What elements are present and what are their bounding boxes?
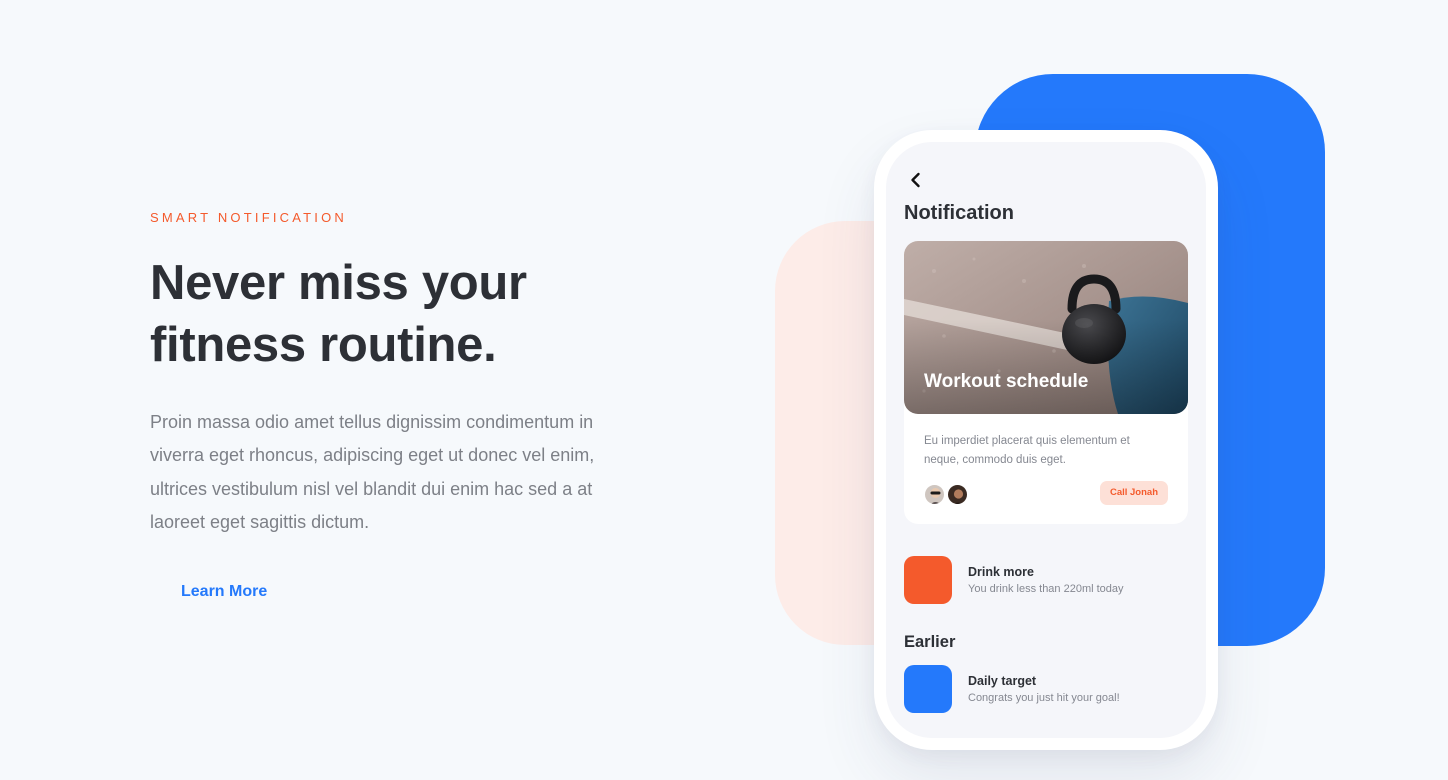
notification-subtitle: Congrats you just hit your goal! [968, 692, 1120, 704]
workout-card-title: Workout schedule [924, 371, 1089, 392]
screen-title: Notification [904, 202, 1014, 224]
phone-screen: Notification Workout schedule Eu imperdi… [886, 142, 1206, 738]
avatar [947, 484, 968, 505]
phone-mockup: Notification Workout schedule Eu imperdi… [874, 130, 1218, 750]
notification-item-drink-more[interactable]: Drink more You drink less than 220ml tod… [904, 556, 1188, 604]
notification-title: Daily target [968, 674, 1037, 688]
notification-subtitle: You drink less than 220ml today [968, 583, 1124, 595]
workout-card-description: Eu imperdiet placerat quis elementum et … [924, 435, 1130, 466]
chevron-left-icon[interactable] [904, 168, 928, 192]
eyebrow-label: SMART NOTIFICATION [150, 210, 347, 225]
earlier-section-label: Earlier [904, 633, 956, 651]
workout-photo: Workout schedule [904, 241, 1188, 414]
hero-body: Proin massa odio amet tellus dignissim c… [150, 412, 595, 532]
notification-color-tile [904, 556, 952, 604]
notification-title: Drink more [968, 565, 1034, 579]
notification-item-daily-target[interactable]: Daily target Congrats you just hit your … [904, 665, 1188, 713]
hero-headline: Never miss your fitness routine. [150, 256, 527, 372]
call-jonah-button[interactable]: Call Jonah [1099, 481, 1168, 505]
workout-card[interactable]: Workout schedule Eu imperdiet placerat q… [904, 241, 1188, 524]
learn-more-link[interactable]: Learn More [181, 583, 267, 601]
notification-color-tile [904, 665, 952, 713]
avatar [924, 484, 945, 505]
